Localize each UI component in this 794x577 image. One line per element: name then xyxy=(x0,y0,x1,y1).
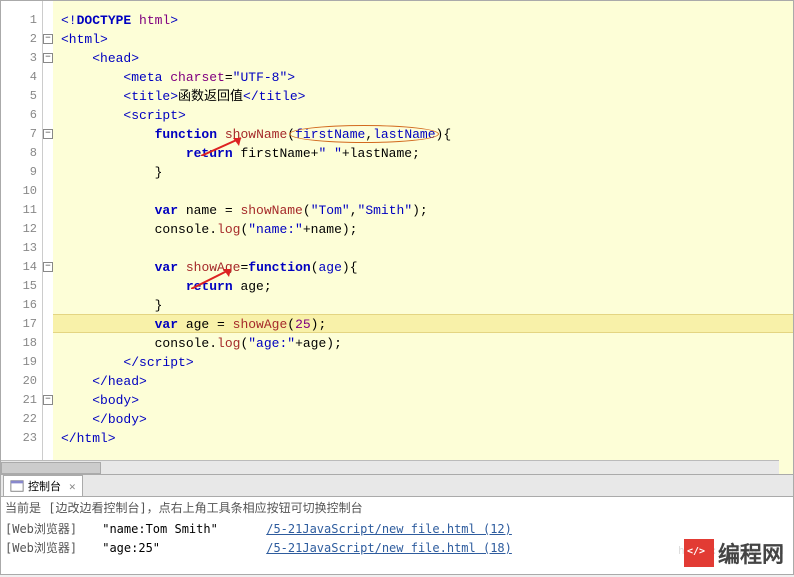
fold-toggle[interactable]: − xyxy=(43,262,53,272)
code-line[interactable]: <meta charset="UTF-8"> xyxy=(61,68,295,87)
console-message: "name:Tom Smith" xyxy=(102,522,252,536)
code-line[interactable]: } xyxy=(61,296,162,315)
code-editor[interactable]: 1<!DOCTYPE html>2−<html>3− <head>4 <meta… xyxy=(0,0,794,475)
line-number: 16 xyxy=(1,296,37,315)
line-number: 2 xyxy=(1,30,37,49)
code-line[interactable]: <!DOCTYPE html> xyxy=(61,11,178,30)
line-number: 10 xyxy=(1,182,37,201)
line-number: 1 xyxy=(1,11,37,30)
close-icon[interactable]: ✕ xyxy=(69,480,76,493)
annotation-arrow-2 xyxy=(191,269,241,289)
console-link[interactable]: /5-21JavaScript/new file.html (18) xyxy=(266,541,512,555)
console-panel: 控制台 ✕ 当前是 [边改边看控制台]，点右上角工具条相应按钮可切换控制台 [W… xyxy=(0,475,794,575)
code-line[interactable]: <body> xyxy=(61,391,139,410)
console-source: [Web浏览器] xyxy=(5,520,95,537)
line-number: 4 xyxy=(1,68,37,87)
code-line[interactable]: </html> xyxy=(61,429,116,448)
line-number: 9 xyxy=(1,163,37,182)
code-line[interactable]: console.log("name:"+name); xyxy=(61,220,357,239)
console-row: [Web浏览器] "age:25" /5-21JavaScript/new fil… xyxy=(5,539,789,556)
scrollbar-thumb[interactable] xyxy=(1,462,101,474)
line-number: 18 xyxy=(1,334,37,353)
fold-toggle[interactable]: − xyxy=(43,53,53,63)
line-number: 12 xyxy=(1,220,37,239)
annotation-arrow-1 xyxy=(201,136,251,156)
code-line[interactable]: <title>函数返回值</title> xyxy=(61,87,305,106)
line-number: 11 xyxy=(1,201,37,220)
code-line[interactable]: </body> xyxy=(61,410,147,429)
code-line[interactable]: } xyxy=(61,163,162,182)
console-tab[interactable]: 控制台 ✕ xyxy=(3,475,83,496)
line-number: 20 xyxy=(1,372,37,391)
watermark: 编程网 xyxy=(684,537,784,569)
annotation-circle xyxy=(289,125,439,143)
console-tabbar: 控制台 ✕ xyxy=(1,475,793,497)
console-tab-label: 控制台 xyxy=(28,478,61,494)
code-line[interactable]: <head> xyxy=(61,49,139,68)
line-number: 8 xyxy=(1,144,37,163)
line-number: 21 xyxy=(1,391,37,410)
console-message: "age:25" xyxy=(102,541,252,555)
console-icon xyxy=(10,479,24,493)
fold-toggle[interactable]: − xyxy=(43,395,53,405)
code-line[interactable]: </script> xyxy=(61,353,194,372)
line-number: 5 xyxy=(1,87,37,106)
fold-toggle[interactable]: − xyxy=(43,34,53,44)
line-number: 17 xyxy=(1,315,37,334)
console-link[interactable]: /5-21JavaScript/new file.html (12) xyxy=(266,522,512,536)
code-line[interactable]: </head> xyxy=(61,372,147,391)
console-hint: 当前是 [边改边看控制台]，点右上角工具条相应按钮可切换控制台 xyxy=(5,499,789,516)
console-body: 当前是 [边改边看控制台]，点右上角工具条相应按钮可切换控制台 [Web浏览器]… xyxy=(1,497,793,560)
code-line[interactable]: var name = showName("Tom","Smith"); xyxy=(61,201,428,220)
line-number: 7 xyxy=(1,125,37,144)
console-source: [Web浏览器] xyxy=(5,539,95,556)
code-line[interactable]: var age = showAge(25); xyxy=(61,315,326,334)
line-number: 13 xyxy=(1,239,37,258)
line-number: 3 xyxy=(1,49,37,68)
line-number: 6 xyxy=(1,106,37,125)
line-number: 23 xyxy=(1,429,37,448)
code-line[interactable]: console.log("age:"+age); xyxy=(61,334,342,353)
line-number: 19 xyxy=(1,353,37,372)
code-line[interactable]: <script> xyxy=(61,106,186,125)
fold-toggle[interactable]: − xyxy=(43,129,53,139)
watermark-logo-icon xyxy=(684,539,714,567)
line-number: 22 xyxy=(1,410,37,429)
line-number: 14 xyxy=(1,258,37,277)
horizontal-scrollbar[interactable] xyxy=(1,460,779,474)
line-number: 15 xyxy=(1,277,37,296)
watermark-text: 编程网 xyxy=(718,537,784,569)
code-line[interactable]: <html> xyxy=(61,30,108,49)
console-row: [Web浏览器] "name:Tom Smith" /5-21JavaScript… xyxy=(5,520,789,537)
